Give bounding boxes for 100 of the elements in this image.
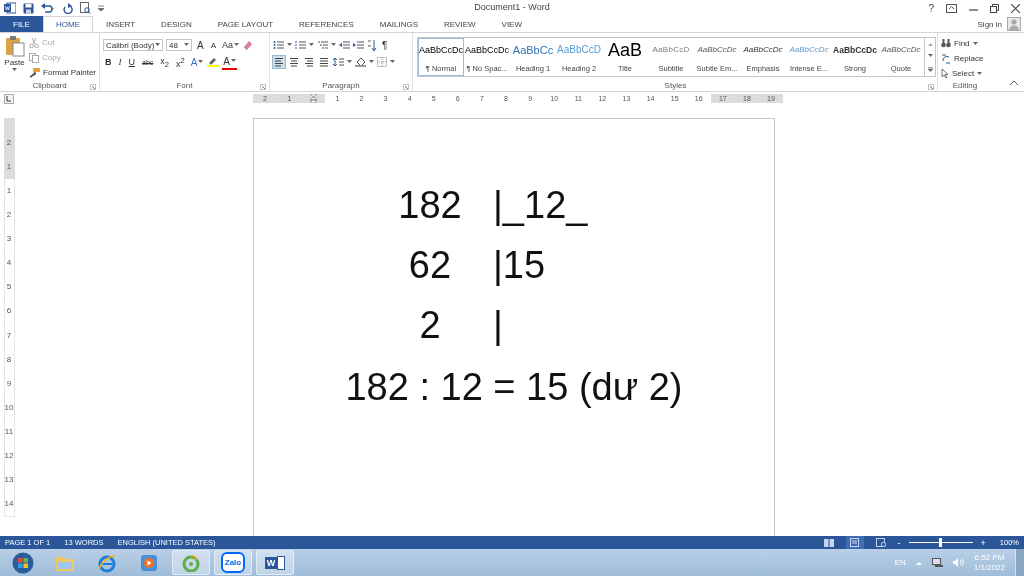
chat-app-icon[interactable]: Zalo [221, 552, 245, 573]
caret-icon[interactable] [155, 43, 160, 47]
highlighter-icon[interactable] [207, 57, 220, 67]
caret-icon[interactable] [331, 43, 336, 47]
font-name-field[interactable]: Calibri (Body) [103, 39, 163, 51]
grow-font-button[interactable]: A [195, 39, 206, 51]
line-spacing-icon[interactable] [333, 57, 344, 67]
justify-button[interactable] [318, 56, 330, 68]
tab-selector-icon[interactable] [4, 94, 14, 104]
align-left-button[interactable] [273, 56, 285, 68]
ribbon-tab[interactable]: REVIEW [431, 16, 489, 32]
caret-icon[interactable] [347, 60, 352, 64]
redo-icon[interactable] [62, 2, 73, 14]
file-tab[interactable]: FILE [0, 16, 43, 32]
print-view-button[interactable] [845, 536, 864, 549]
print-layout-icon [850, 538, 860, 547]
style-preview: AaBbCcDc [789, 44, 829, 56]
style-preview: AaBbCcDc [697, 44, 737, 56]
multilevel-list-icon[interactable] [317, 40, 328, 50]
more-styles-icon[interactable] [927, 66, 933, 72]
zoom-in-button[interactable]: + [980, 537, 986, 548]
taskbar-button[interactable]: W [256, 550, 294, 575]
ribbon-tab[interactable]: INSERT [92, 16, 149, 32]
customize-icon[interactable] [98, 5, 104, 11]
help-button[interactable]: ? [928, 2, 934, 14]
caret-icon[interactable] [977, 71, 983, 76]
zoom-out-button[interactable]: - [897, 537, 901, 548]
divisor-text: | [493, 303, 504, 348]
underline-button[interactable]: U [126, 57, 137, 67]
caret-icon[interactable] [369, 60, 374, 64]
sort-icon[interactable] [367, 39, 377, 51]
eraser-icon[interactable] [243, 40, 254, 50]
bold-button[interactable]: B [103, 57, 114, 67]
group-label: Clipboard [32, 81, 67, 90]
style-preview: AaBbCcDc [881, 44, 921, 56]
caret-icon[interactable] [309, 43, 314, 47]
italic-button[interactable]: I [116, 57, 124, 67]
ribbon-tab[interactable]: REFERENCES [286, 16, 367, 32]
divisor-text: |15 [493, 243, 547, 288]
subscript-button[interactable]: x$_{2}$ [158, 55, 171, 69]
ruler-number: 11 [4, 425, 14, 438]
style-preview: AaBbCcDc [465, 44, 509, 57]
network-icon[interactable] [931, 558, 943, 567]
find-button[interactable]: Find [941, 37, 989, 50]
ruler-number: 6 [6, 305, 12, 318]
caret-icon[interactable] [231, 59, 236, 63]
indent-marker-icon[interactable] [309, 94, 317, 103]
show-marks-button[interactable]: ¶ [380, 39, 390, 51]
print-preview-icon[interactable] [80, 2, 91, 14]
scroll-down-icon[interactable] [927, 54, 933, 59]
decrease-indent-icon[interactable] [339, 40, 350, 50]
ruler-number: 1 [6, 160, 12, 173]
change-case-button[interactable]: Aa [221, 39, 241, 51]
ruler-number: 2 [6, 209, 12, 222]
zoom-slider-thumb[interactable] [939, 538, 943, 547]
ribbon-tab[interactable]: DESIGN [148, 16, 205, 32]
taskbar-button[interactable]: Zalo [214, 550, 252, 575]
dialog-launcher-icon[interactable] [90, 84, 96, 90]
collapse-ribbon-icon[interactable] [1010, 80, 1018, 85]
ribbon-tab[interactable]: MAILINGS [366, 16, 431, 32]
ribbon-tab[interactable]: HOME [42, 16, 93, 32]
text-effects-button[interactable]: A [189, 55, 205, 69]
dialog-launcher-icon[interactable] [403, 84, 409, 90]
ruler-number: 7 [6, 329, 12, 342]
ribbon-display-icon[interactable] [946, 3, 957, 13]
caret-icon[interactable] [234, 43, 240, 47]
caret-icon[interactable] [12, 68, 18, 72]
dividend-text: 2 [418, 303, 442, 348]
ribbon-tab[interactable]: VIEW [488, 16, 535, 32]
font-color-button[interactable]: A [222, 54, 237, 70]
caret-icon[interactable] [390, 60, 395, 64]
caret-icon[interactable] [184, 43, 189, 47]
align-center-button[interactable] [288, 56, 300, 68]
windows-orb-icon[interactable] [12, 551, 34, 574]
select-button[interactable]: Select [941, 67, 989, 80]
paste-icon[interactable] [4, 35, 25, 57]
dialog-launcher-icon[interactable] [928, 84, 934, 90]
format-painter-button[interactable]: Format Painter [29, 66, 96, 79]
sign-in-link[interactable]: Sign in [977, 19, 1002, 29]
ribbon-tab[interactable]: PAGE LAYOUT [204, 16, 287, 32]
ruler-number: 9 [6, 377, 12, 390]
undo-icon[interactable] [41, 2, 55, 14]
paste-button[interactable]: Paste [4, 58, 25, 67]
paint-bucket-icon[interactable] [355, 57, 366, 67]
save-icon[interactable] [23, 2, 34, 14]
align-right-button[interactable] [303, 56, 315, 68]
replace-button[interactable]: Replace [941, 52, 989, 65]
bullets-icon[interactable] [273, 40, 284, 50]
shrink-font-button[interactable]: A [208, 40, 218, 50]
cursor-icon [941, 68, 949, 79]
superscript-button[interactable]: x$^{2}$ [173, 55, 187, 69]
replace-icon [941, 53, 951, 64]
close-icon[interactable] [1011, 3, 1020, 13]
font-size-field[interactable]: 48 [166, 39, 192, 51]
restore-icon[interactable] [990, 3, 999, 13]
caret-icon[interactable] [972, 41, 978, 46]
caret-icon[interactable] [198, 60, 204, 64]
caret-icon[interactable] [287, 43, 292, 47]
increase-indent-icon[interactable] [353, 40, 364, 50]
dialog-launcher-icon[interactable] [260, 84, 266, 90]
